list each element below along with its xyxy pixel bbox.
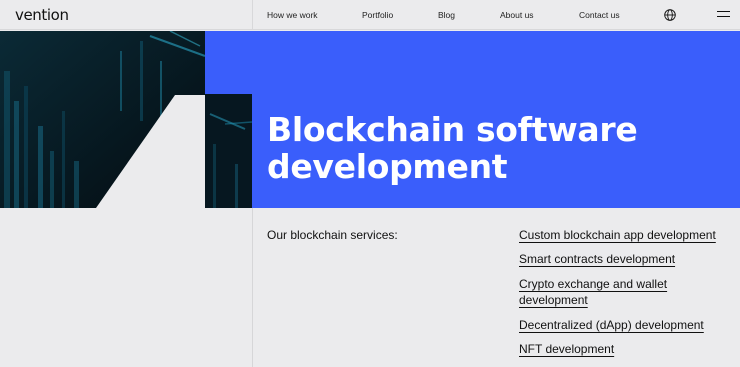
page-title-line-2: development xyxy=(267,147,508,186)
service-link-nft[interactable]: NFT development xyxy=(519,341,614,357)
vention-logo[interactable]: vention xyxy=(15,6,69,24)
nav-about-us[interactable]: About us xyxy=(500,10,534,20)
service-link-dapp[interactable]: Decentralized (dApp) development xyxy=(519,317,704,333)
section-divider xyxy=(252,208,253,367)
service-link-crypto-exchange-wallet[interactable]: Crypto exchange and wallet development xyxy=(519,276,699,308)
service-link-custom-blockchain-app[interactable]: Custom blockchain app development xyxy=(519,227,716,243)
nav-blog[interactable]: Blog xyxy=(438,10,455,20)
hero-image xyxy=(0,31,205,208)
hamburger-menu-icon[interactable] xyxy=(717,11,730,19)
service-link-smart-contracts[interactable]: Smart contracts development xyxy=(519,251,675,267)
hero-accent-block xyxy=(205,31,740,94)
nav-how-we-work[interactable]: How we work xyxy=(267,10,318,20)
site-header: vention How we work Portfolio Blog About… xyxy=(0,0,740,30)
nav-portfolio[interactable]: Portfolio xyxy=(362,10,393,20)
nav-contact-us[interactable]: Contact us xyxy=(579,10,620,20)
services-heading: Our blockchain services: xyxy=(267,228,398,242)
globe-icon[interactable] xyxy=(664,9,676,21)
page-title: Blockchain software development xyxy=(267,111,727,185)
page-title-line-1: Blockchain software xyxy=(267,110,638,149)
nav-divider xyxy=(252,0,253,30)
hero-image-fragment xyxy=(205,94,252,208)
